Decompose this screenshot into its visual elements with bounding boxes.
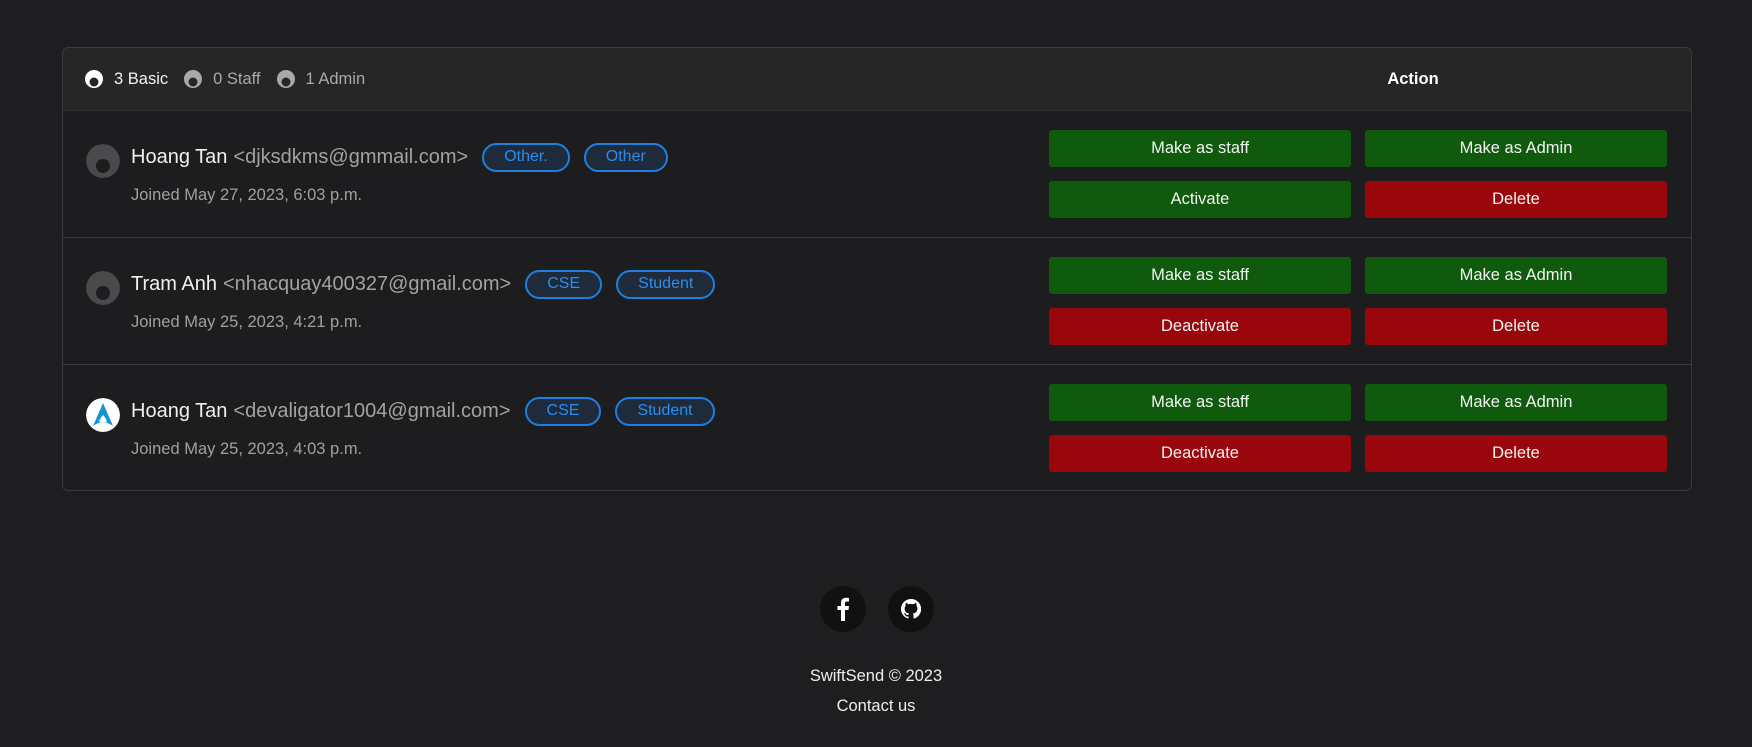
filter-label: 1 Admin bbox=[305, 69, 366, 88]
delete-button[interactable]: Delete bbox=[1365, 181, 1667, 218]
user-icon bbox=[276, 70, 295, 88]
user-row: Hoang Tan <devaligator1004@gmail.com> CS… bbox=[63, 365, 1691, 490]
copyright-text: SwiftSend © 2023 bbox=[809, 667, 943, 685]
make-staff-button[interactable]: Make as staff bbox=[1049, 257, 1351, 294]
make-admin-button[interactable]: Make as Admin bbox=[1365, 130, 1667, 167]
user-icon bbox=[85, 70, 103, 88]
user-name: Tram Anh bbox=[131, 272, 217, 295]
tag-badge: CSE bbox=[525, 269, 603, 299]
deactivate-button[interactable]: Deactivate bbox=[1049, 435, 1351, 472]
user-identity: Hoang Tan <djksdkms@gmmail.com> Other. O… bbox=[131, 142, 668, 172]
default-avatar-icon bbox=[86, 271, 120, 305]
filter-label: 3 Basic bbox=[114, 69, 169, 88]
delete-button[interactable]: Delete bbox=[1365, 435, 1667, 472]
user-email: <nhacquay400327@gmail.com> bbox=[222, 272, 512, 295]
user-identity: Hoang Tan <devaligator1004@gmail.com> CS… bbox=[131, 396, 715, 426]
activate-button[interactable]: Activate bbox=[1049, 181, 1351, 218]
joined-date: Joined May 25, 2023, 4:21 p.m. bbox=[131, 313, 363, 331]
facebook-link[interactable] bbox=[820, 586, 866, 632]
joined-date: Joined May 25, 2023, 4:03 p.m. bbox=[131, 440, 363, 458]
filter-label: 0 Staff bbox=[213, 69, 261, 88]
tag-badge: CSE bbox=[524, 396, 602, 426]
user-row: Tram Anh <nhacquay400327@gmail.com> CSE … bbox=[63, 238, 1691, 365]
user-name: Hoang Tan bbox=[131, 399, 228, 422]
role-filters: 3 Basic 0 Staff 1 Admin bbox=[63, 70, 381, 89]
make-admin-button[interactable]: Make as Admin bbox=[1365, 257, 1667, 294]
github-link[interactable] bbox=[888, 586, 934, 632]
user-name: Hoang Tan bbox=[131, 145, 228, 168]
deactivate-button[interactable]: Deactivate bbox=[1049, 308, 1351, 345]
filter-admin[interactable]: 1 Admin bbox=[276, 69, 366, 89]
joined-date: Joined May 27, 2023, 6:03 p.m. bbox=[131, 186, 363, 204]
facebook-icon bbox=[837, 597, 849, 621]
user-email: <devaligator1004@gmail.com> bbox=[233, 399, 511, 422]
user-identity: Tram Anh <nhacquay400327@gmail.com> CSE … bbox=[131, 269, 716, 299]
delete-button[interactable]: Delete bbox=[1365, 308, 1667, 345]
tag-badge: Student bbox=[615, 396, 715, 426]
filter-staff[interactable]: 0 Staff bbox=[184, 69, 261, 89]
user-email: <djksdkms@gmmail.com> bbox=[233, 145, 469, 168]
tag-badge: Student bbox=[616, 269, 716, 299]
user-row: Hoang Tan <djksdkms@gmmail.com> Other. O… bbox=[63, 111, 1691, 238]
panel-header: 3 Basic 0 Staff 1 Admin Action bbox=[63, 48, 1691, 111]
contact-link[interactable]: Contact us bbox=[0, 697, 1752, 716]
users-panel: 3 Basic 0 Staff 1 Admin Action Hoang Tan… bbox=[62, 47, 1692, 491]
make-staff-button[interactable]: Make as staff bbox=[1049, 130, 1351, 167]
make-admin-button[interactable]: Make as Admin bbox=[1365, 384, 1667, 421]
tag-badge: Other. bbox=[482, 142, 570, 172]
action-column-header: Action bbox=[1387, 69, 1439, 88]
social-links bbox=[820, 586, 934, 632]
tag-badge: Other bbox=[583, 142, 668, 172]
user-icon bbox=[184, 70, 203, 88]
github-icon bbox=[901, 599, 921, 619]
default-avatar-icon bbox=[86, 144, 120, 178]
make-staff-button[interactable]: Make as staff bbox=[1049, 384, 1351, 421]
arch-logo-avatar-icon bbox=[86, 398, 120, 432]
filter-basic[interactable]: 3 Basic bbox=[85, 70, 168, 89]
